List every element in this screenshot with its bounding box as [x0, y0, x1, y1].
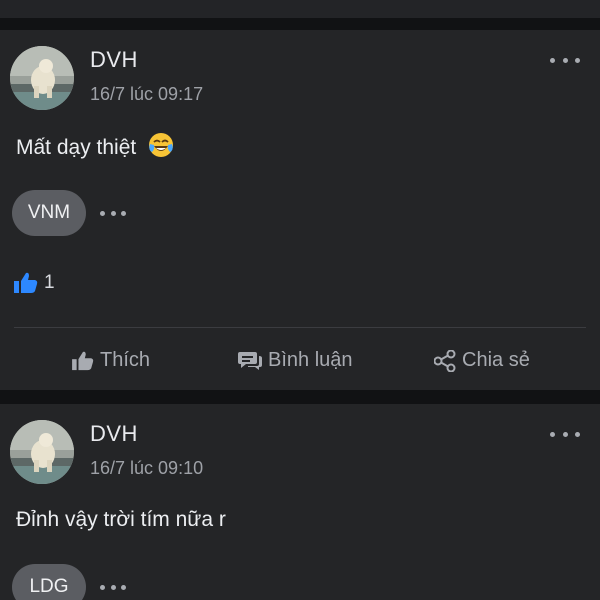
- more-reactors-icon[interactable]: [100, 208, 126, 218]
- more-reactors-icon[interactable]: [100, 582, 126, 592]
- like-thumb-icon: [14, 272, 38, 293]
- comment-icon: [238, 351, 262, 370]
- post-card: DVH 16/7 lúc 09:17 Mất dạy thiệt VNM 1 T…: [0, 30, 600, 390]
- post-text: Đỉnh vậy trời tím nữa r: [16, 508, 226, 531]
- post-text: Mất dạy thiệt: [16, 136, 137, 159]
- feed: DVH 16/7 lúc 09:17 Mất dạy thiệt VNM 1 T…: [0, 0, 600, 600]
- laughing-tears-emoji-icon: [148, 132, 174, 164]
- avatar-photo-icon: [10, 420, 74, 484]
- share-icon: [434, 349, 456, 372]
- previous-post-edge: [0, 0, 600, 18]
- post-content: Đỉnh vậy trời tím nữa r: [16, 508, 226, 532]
- share-button-label: Chia sẻ: [462, 349, 530, 371]
- reaction-avatar-badge[interactable]: LDG: [12, 564, 86, 600]
- thumbs-up-icon: [72, 351, 94, 370]
- comment-button-label: Bình luận: [268, 349, 353, 371]
- author-name[interactable]: DVH: [90, 47, 138, 73]
- reaction-avatar-badge[interactable]: VNM: [12, 190, 86, 236]
- like-summary[interactable]: 1: [14, 272, 55, 294]
- share-button[interactable]: Chia sẻ: [434, 349, 530, 372]
- post-card: DVH 16/7 lúc 09:10 Đỉnh vậy trời tím nữa…: [0, 404, 600, 600]
- like-count: 1: [44, 272, 55, 293]
- action-divider: [14, 327, 586, 328]
- post-timestamp[interactable]: 16/7 lúc 09:17: [90, 84, 203, 105]
- like-button-label: Thích: [100, 349, 151, 371]
- post-timestamp[interactable]: 16/7 lúc 09:10: [90, 458, 203, 479]
- more-options-icon[interactable]: [550, 427, 580, 441]
- post-content: Mất dạy thiệt: [16, 132, 174, 164]
- avatar[interactable]: [10, 46, 74, 110]
- like-button[interactable]: Thích: [72, 349, 150, 372]
- author-name[interactable]: DVH: [90, 421, 138, 447]
- avatar[interactable]: [10, 420, 74, 484]
- more-options-icon[interactable]: [550, 53, 580, 67]
- avatar-photo-icon: [10, 46, 74, 110]
- comment-button[interactable]: Bình luận: [238, 349, 353, 372]
